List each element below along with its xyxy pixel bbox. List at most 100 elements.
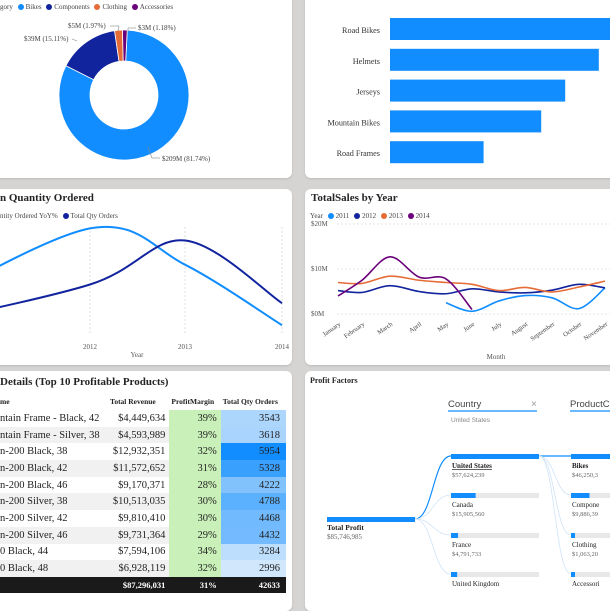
country-label: France — [452, 541, 471, 549]
table-row[interactable]: n-200 Silver, 42 $9,810,410 30% 4468 — [0, 510, 286, 527]
country-label: United Kingdom — [452, 580, 500, 588]
cell-margin: 31% — [169, 460, 221, 477]
cell-revenue: $7,594,106 — [118, 546, 166, 558]
top-products-table-card: Details (Top 10 Profitable Products) me … — [0, 371, 292, 611]
bar-road-bikes[interactable] — [390, 18, 610, 40]
sales-line-chart: Month $20M $10M $0M January February March Apr… — [311, 220, 610, 361]
qty-series-line[interactable] — [0, 225, 283, 327]
x-tick-january: January — [322, 320, 343, 338]
sales-series-2014[interactable] — [337, 256, 473, 311]
qty-series-line[interactable] — [0, 239, 283, 328]
product-value: $46,250,3 — [572, 472, 598, 479]
product-bar[interactable] — [571, 572, 575, 577]
table-row[interactable]: ntain Frame - Silver, 38 $4,593,989 39% 361… — [0, 426, 286, 444]
clothing-data-label: $5M (1.97%) — [68, 22, 106, 30]
tree-link — [538, 455, 572, 536]
country-bar[interactable] — [451, 533, 459, 538]
col-revenue-header[interactable]: Total Revenue — [106, 392, 169, 410]
country-bar[interactable] — [451, 454, 539, 459]
country-label: United States — [452, 462, 492, 470]
total-sales-card: TotalSales by Year Year 2011 2012 2013 2… — [305, 189, 610, 365]
product-header[interactable]: ProductC — [570, 399, 610, 410]
col-margin-header[interactable]: ProfitMargin — [169, 392, 220, 410]
product-bar[interactable] — [571, 533, 575, 538]
table-row[interactable]: 0 Black, 44 $7,594,106 34% 3284 — [0, 543, 286, 561]
bar-helmets[interactable] — [390, 48, 599, 71]
product-bar[interactable] — [571, 493, 590, 498]
total-row: $87,296,031 31% 42633 — [0, 576, 286, 593]
root-label: Total Profit — [327, 523, 364, 532]
cell-revenue: $9,810,410 — [118, 512, 166, 524]
product-label: Clothing — [572, 541, 597, 549]
cell-margin: 28% — [169, 476, 221, 494]
cell-margin: 30% — [169, 510, 221, 527]
col-qty-header[interactable]: Total Qty Orders — [221, 392, 286, 410]
cell-margin: 39% — [169, 426, 221, 444]
cell-qty: 5954 — [220, 443, 286, 461]
table-row[interactable]: 0 Black, 48 $6,928,119 32% 2996 — [0, 560, 286, 577]
bar-jerseys[interactable] — [390, 79, 566, 102]
category-donut-card: gory Bikes Components Clothing Accessori… — [0, 0, 292, 178]
cell-qty: 2996 — [220, 560, 286, 577]
cell-name: n-200 Silver, 42 — [0, 512, 68, 524]
cell-qty: 4222 — [220, 476, 286, 494]
cell-qty: 4788 — [220, 493, 286, 511]
table-row[interactable]: n-200 Silver, 46 $9,731,364 29% 4432 — [0, 526, 286, 544]
qty-x-axis-title: Year — [131, 351, 145, 359]
product-label: Bikes — [572, 462, 589, 470]
product-track — [571, 572, 610, 577]
country-close-icon[interactable]: × — [531, 399, 537, 410]
cell-margin: 30% — [169, 493, 221, 511]
y-tick: $0M — [311, 310, 325, 318]
country-bar[interactable] — [451, 493, 476, 498]
x-tick-june: June — [462, 321, 476, 334]
bikes-data-label: $209M (81.74%) — [162, 155, 211, 163]
product-label: Compone — [572, 501, 599, 509]
tree-link — [538, 455, 572, 496]
tree-link — [414, 494, 452, 520]
decomposition-tree: Country × United States ProductC Total P… — [327, 399, 610, 588]
product-label: Accessori — [572, 580, 600, 588]
table-row[interactable]: ntain Frame - Black, 42 $4,449,634 39% 3543 — [0, 410, 286, 427]
table-card-title: Details (Top 10 Profitable Products) — [0, 376, 169, 388]
product-bar[interactable] — [571, 454, 610, 459]
col-name-header[interactable]: me — [0, 392, 106, 410]
product-bar-card: Road Bikes Helmets Jerseys Mountain Bikes Ro… — [305, 0, 610, 178]
cell-name: n-200 Silver, 46 — [0, 529, 68, 541]
country-label: Canada — [452, 501, 474, 509]
product-value: $1,063,20 — [572, 551, 598, 558]
table-row[interactable]: n-200 Black, 46 $9,170,371 28% 4222 — [0, 476, 286, 494]
country-value: $4,791,733 — [452, 551, 481, 558]
cell-margin: 39% — [169, 410, 221, 427]
x-tick-october: October — [562, 320, 584, 338]
bar-label: Helmets — [353, 57, 380, 66]
sales-x-axis-title: Month — [487, 353, 506, 361]
country-header[interactable]: Country — [448, 399, 482, 410]
bar-label: Mountain Bikes — [327, 118, 380, 127]
components-data-label: $39M (15.11%) — [24, 35, 69, 43]
sales-series-2012[interactable] — [337, 283, 606, 295]
product-track — [571, 533, 610, 538]
top-products-table: me Total Revenue ProfitMargin Total Qty … — [0, 392, 286, 593]
table-row[interactable]: n-200 Black, 38 $12,932,351 32% 5954 — [0, 443, 286, 461]
cell-revenue: $10,513,035 — [112, 496, 166, 508]
country-bar[interactable] — [451, 572, 458, 577]
bar-mountain-bikes[interactable] — [390, 110, 542, 133]
product-bar-chart: Road Bikes Helmets Jerseys Mountain Bikes Ro… — [327, 18, 610, 164]
x-tick-march: March — [376, 320, 395, 336]
table-row[interactable]: n-200 Black, 42 $11,572,652 31% 5328 — [0, 460, 286, 477]
bar-road-frames[interactable] — [390, 141, 484, 164]
x-tick-february: February — [343, 320, 367, 340]
table-row[interactable]: n-200 Silver, 38 $10,513,035 30% 4788 — [0, 493, 286, 511]
x-tick-november: November — [583, 320, 610, 342]
country-track — [451, 533, 539, 538]
x-tick-2012: 2012 — [83, 343, 98, 351]
x-tick-september: September — [529, 320, 556, 342]
cell-name: n-200 Black, 38 — [0, 446, 68, 458]
cell-revenue: $4,449,634 — [118, 412, 166, 424]
cell-margin: 32% — [169, 560, 221, 577]
x-tick-august: August — [510, 321, 530, 338]
root-bar[interactable] — [327, 517, 415, 522]
cell-revenue: $6,928,119 — [118, 563, 166, 575]
cell-margin: 32% — [169, 443, 221, 461]
